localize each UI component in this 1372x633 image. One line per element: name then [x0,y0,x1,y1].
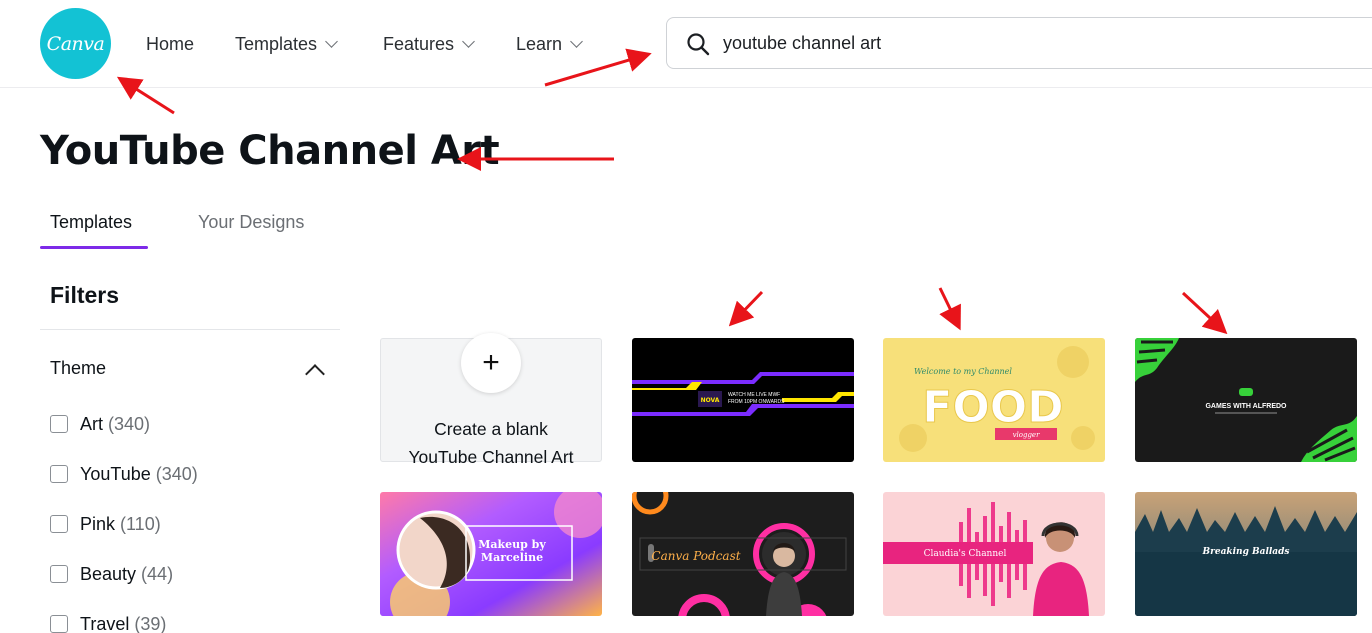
template-card-food-vlogger[interactable]: Welcome to my Channel FOOD vlogger [883,338,1105,462]
card-text: Canva Podcast [651,549,740,563]
chevron-down-icon [462,35,475,48]
arrow-to-card-2 [938,287,961,331]
card-text: Marceline [481,551,543,564]
template-thumbnail: Claudia's Channel [883,492,1105,616]
page-title: YouTube Channel Art [40,128,500,174]
theme-filter-heading: Theme [50,358,107,378]
template-thumbnail: Canva Podcast [632,492,854,616]
filter-option-youtube[interactable]: YouTube (340) [50,462,198,486]
checkbox[interactable] [50,565,68,583]
filter-option-travel[interactable]: Travel (39) [50,612,166,633]
filter-label: Art [80,413,104,434]
template-card-canva-podcast[interactable]: Canva Podcast [632,492,854,616]
search-bar[interactable] [666,17,1372,69]
filters-heading: Filters [50,282,120,308]
nav-home[interactable]: Home [146,32,194,56]
checkbox[interactable] [50,615,68,633]
nav-learn-label: Learn [516,33,563,54]
chevron-down-icon [325,35,338,48]
filter-count: (110) [120,513,161,534]
tab-templates[interactable]: Templates [50,212,132,233]
nav-home-label: Home [146,33,195,54]
checkbox[interactable] [50,415,68,433]
arrow-to-card-3 [1181,291,1228,335]
filter-count: (340) [108,413,151,434]
filter-label: Travel [80,613,130,633]
template-card-claudias-channel[interactable]: Claudia's Channel [883,492,1105,616]
arrow-to-card-1 [728,290,764,327]
top-navigation-bar: Canva Home Templates Features Learn [0,0,1372,88]
template-card-breaking-ballads[interactable]: Breaking Ballads [1135,492,1357,616]
filter-option-beauty[interactable]: Beauty (44) [50,562,173,586]
create-blank-line1: Create a blank [434,419,548,439]
active-tab-indicator [40,246,148,249]
template-thumbnail: NOVA WATCH ME LIVE MWF FROM 10PM ONWARDS [632,338,854,462]
plus-icon: + [461,333,521,393]
create-blank-label: Create a blank YouTube Channel Art [381,415,601,471]
filter-label: Beauty [80,563,137,584]
search-input[interactable] [723,30,1323,56]
card-text: GAMES WITH ALFREDO [1205,403,1287,410]
card-text: vlogger [1013,431,1041,439]
filter-count: (44) [141,563,174,584]
template-card-games-with-alfredo[interactable]: GAMES WITH ALFREDO [1135,338,1357,462]
card-text: Claudia's Channel [924,549,1007,559]
card-text: Makeup by [478,538,546,551]
template-thumbnail: Makeup by Marceline [380,492,602,616]
card-text: Welcome to my Channel [914,367,1012,376]
checkbox[interactable] [50,465,68,483]
filter-count: (39) [134,613,167,633]
template-card-gaming-neon[interactable]: NOVA WATCH ME LIVE MWF FROM 10PM ONWARDS [632,338,854,462]
card-text: FOOD [922,382,1063,433]
template-thumbnail: GAMES WITH ALFREDO [1135,338,1357,462]
svg-text:NOVA: NOVA [701,397,720,404]
canva-logo[interactable]: Canva [40,8,111,79]
create-blank-line2: YouTube Channel Art [408,447,574,467]
card-text: WATCH ME LIVE MWF [728,392,780,398]
card-text: Breaking Ballads [1202,547,1290,557]
filter-label: Pink [80,513,116,534]
nav-features-label: Features [383,33,455,54]
nav-learn[interactable]: Learn [516,32,583,56]
nav-templates[interactable]: Templates [235,32,338,56]
logo-text: Canva [46,32,105,55]
card-text: FROM 10PM ONWARDS [728,399,785,405]
chevron-down-icon [570,35,583,48]
nav-features[interactable]: Features [383,32,475,56]
nav-templates-label: Templates [235,33,318,54]
template-card-makeup-marceline[interactable]: Makeup by Marceline [380,492,602,616]
checkbox[interactable] [50,515,68,533]
filter-count: (340) [155,463,198,484]
template-thumbnail: Welcome to my Channel FOOD vlogger [883,338,1105,462]
filter-option-art[interactable]: Art (340) [50,412,150,436]
divider [40,329,340,330]
filter-option-pink[interactable]: Pink (110) [50,512,161,536]
create-blank-design-card[interactable]: + Create a blank YouTube Channel Art [380,333,602,467]
tab-your-designs[interactable]: Your Designs [198,212,304,233]
filter-label: YouTube [80,463,151,484]
chevron-up-icon[interactable] [302,360,328,380]
template-thumbnail: Breaking Ballads [1135,492,1357,616]
search-icon[interactable] [686,32,710,56]
